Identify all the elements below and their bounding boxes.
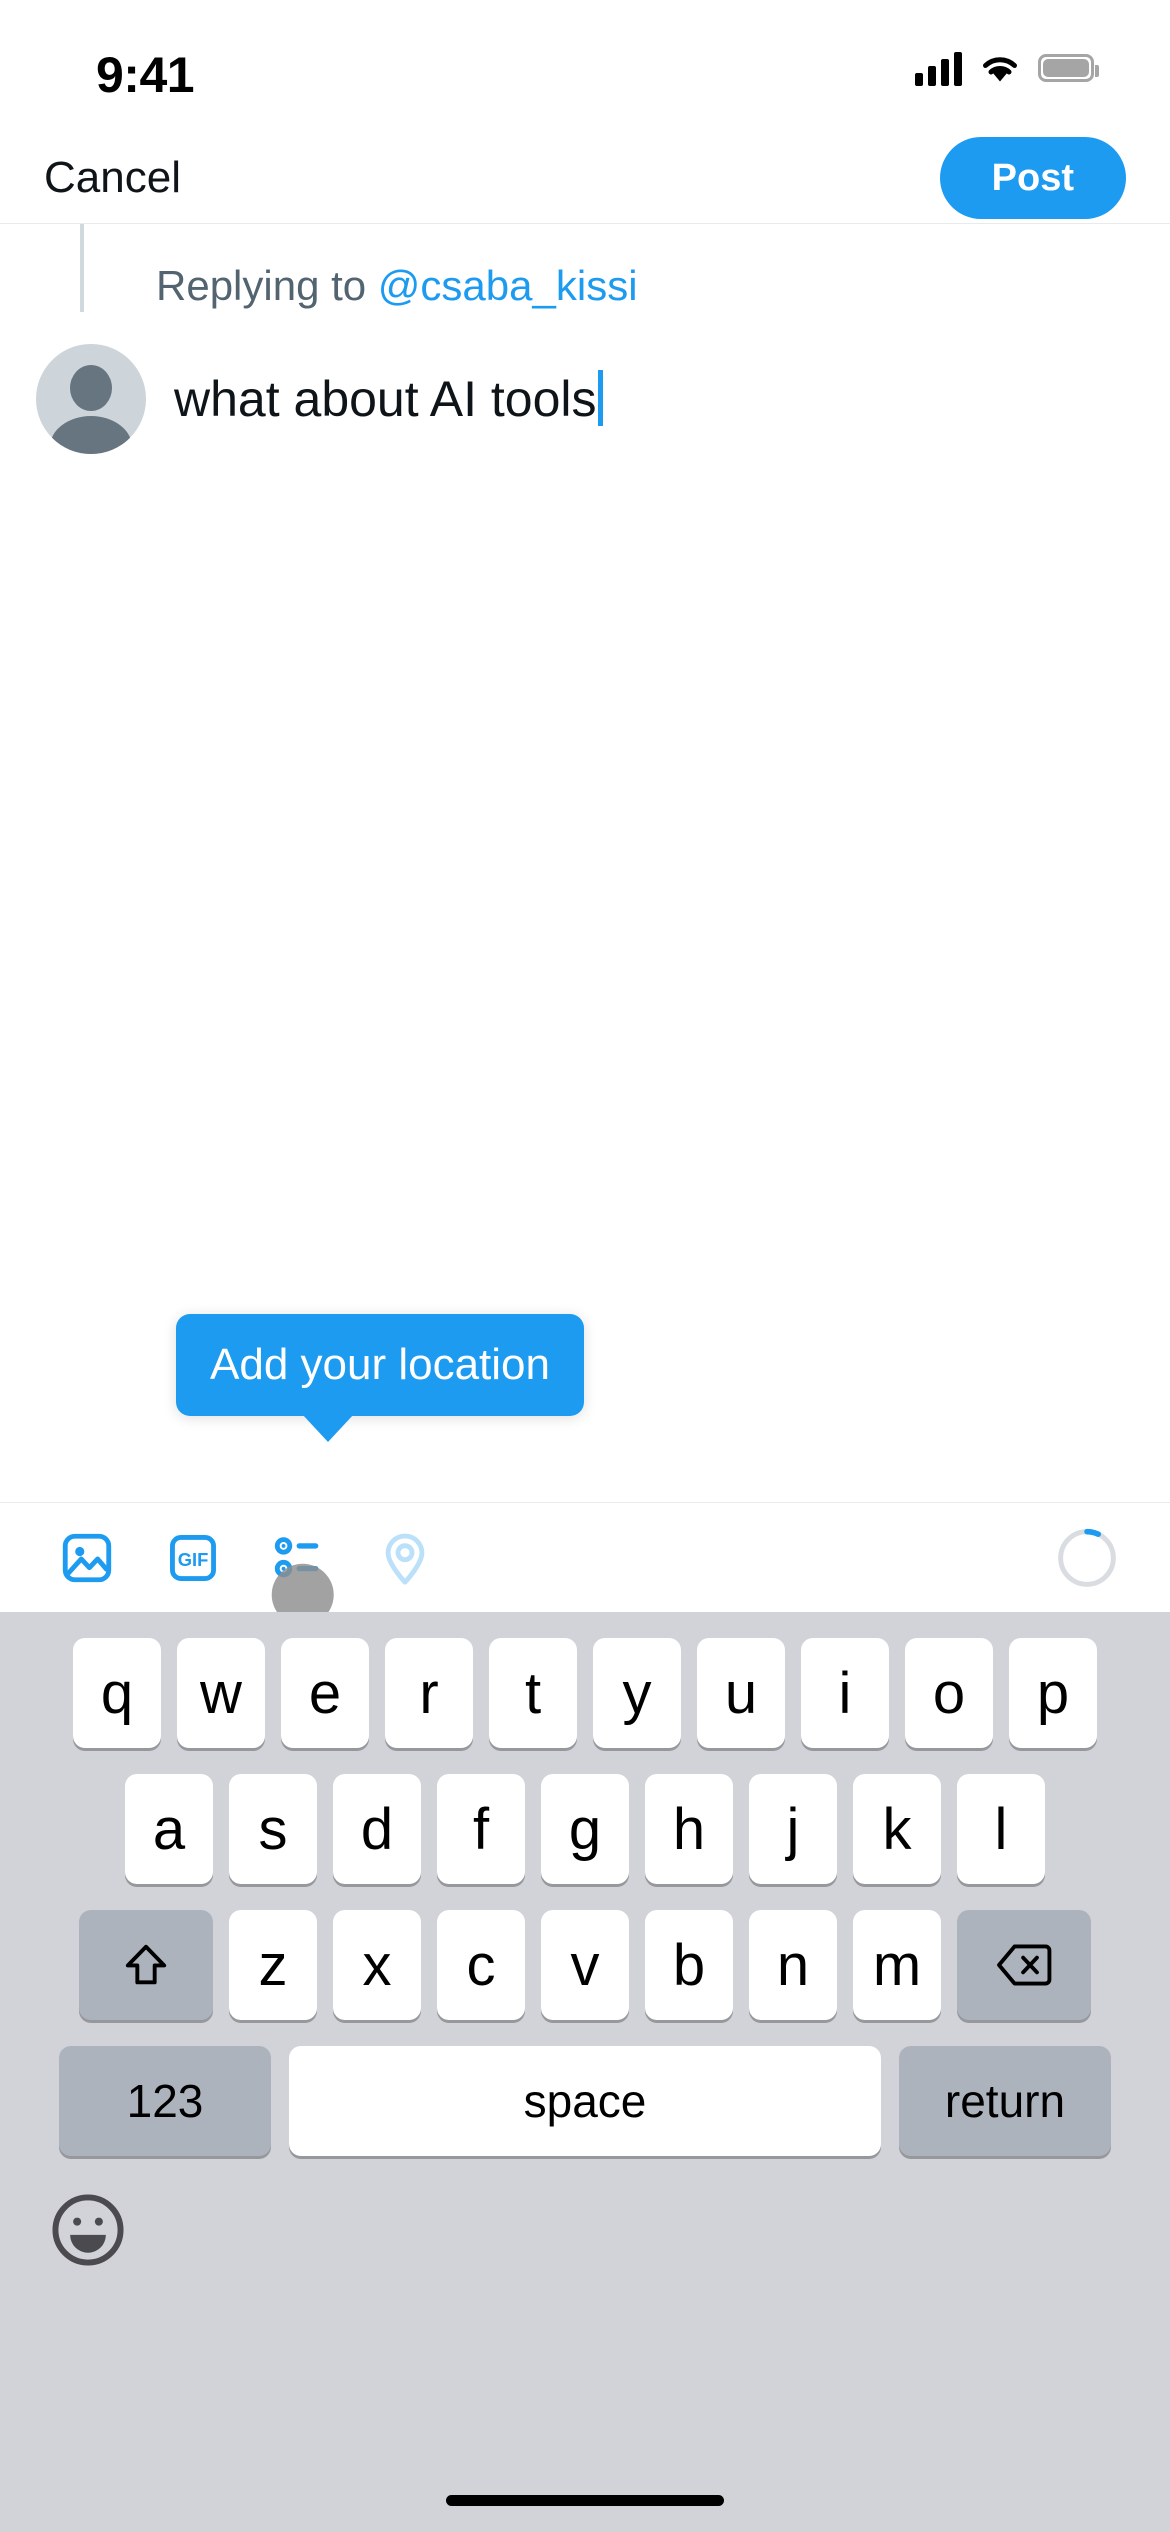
key-f[interactable]: f [437,1774,525,1884]
avatar-head [70,365,112,411]
keyboard-row-2: a s d f g h j k l [0,1774,1170,1884]
navigation-bar: Cancel Post [0,132,1170,224]
delete-key[interactable] [957,1910,1091,2020]
status-bar-indicators [915,50,1099,86]
backspace-icon [997,1944,1052,1986]
compose-area[interactable]: Replying to @csaba_kissi what about AI t… [0,224,1170,1502]
key-w[interactable]: w [177,1638,265,1748]
location-pin-icon [385,1533,425,1585]
gif-button[interactable]: GIF [140,1505,246,1611]
key-p[interactable]: p [1009,1638,1097,1748]
key-z[interactable]: z [229,1910,317,2020]
key-h[interactable]: h [645,1774,733,1884]
key-k[interactable]: k [853,1774,941,1884]
key-b[interactable]: b [645,1910,733,2020]
signal-bars-icon [915,50,962,86]
location-tooltip-text: Add your location [210,1340,550,1389]
keyboard-row-1: q w e r t y u i o p [0,1638,1170,1748]
return-key[interactable]: return [899,2046,1111,2156]
keyboard-row-3: z x c v b n m [0,1910,1170,2020]
emoji-key[interactable] [40,2182,136,2278]
shift-arrow-icon [125,1944,167,1985]
compose-toolbar: GIF [0,1502,1170,1627]
battery-full-icon [1038,54,1099,82]
home-indicator [446,2495,724,2506]
key-x[interactable]: x [333,1910,421,2020]
key-c[interactable]: c [437,1910,525,2020]
character-count-ring [1056,1527,1118,1589]
key-n[interactable]: n [749,1910,837,2020]
location-button[interactable] [352,1505,458,1611]
replying-to-prefix: Replying to [156,262,378,309]
emoji-smiley-icon [52,2194,124,2266]
compose-text-value: what about AI tools [174,371,597,427]
shift-key[interactable] [79,1910,213,2020]
key-j[interactable]: j [749,1774,837,1884]
key-u[interactable]: u [697,1638,785,1748]
thread-line [80,224,84,312]
keyboard-row-4: 123 space return [0,2046,1170,2156]
replying-to-label: Replying to @csaba_kissi [156,262,638,310]
compose-text-input[interactable]: what about AI tools [174,344,603,454]
avatar-body [50,416,132,454]
key-t[interactable]: t [489,1638,577,1748]
key-s[interactable]: s [229,1774,317,1884]
post-button[interactable]: Post [939,136,1126,219]
key-a[interactable]: a [125,1774,213,1884]
key-r[interactable]: r [385,1638,473,1748]
image-icon [62,1533,112,1582]
key-e[interactable]: e [281,1638,369,1748]
key-o[interactable]: o [905,1638,993,1748]
svg-text:GIF: GIF [178,1549,209,1570]
key-d[interactable]: d [333,1774,421,1884]
default-avatar [36,344,146,454]
numbers-key[interactable]: 123 [59,2046,271,2156]
key-y[interactable]: y [593,1638,681,1748]
wifi-icon [978,51,1022,85]
media-button[interactable] [34,1505,140,1611]
gif-icon: GIF [170,1534,216,1581]
key-q[interactable]: q [73,1638,161,1748]
status-bar-time: 9:41 [96,47,195,103]
replying-to-handle[interactable]: @csaba_kissi [378,262,638,309]
keyboard-utility-row [0,2182,1170,2278]
key-g[interactable]: g [541,1774,629,1884]
key-v[interactable]: v [541,1910,629,2020]
key-m[interactable]: m [853,1910,941,2020]
key-i[interactable]: i [801,1638,889,1748]
location-tooltip[interactable]: Add your location [176,1314,584,1442]
status-bar: 9:41 [0,0,1170,132]
space-key[interactable]: space [289,2046,881,2156]
poll-button[interactable] [246,1505,352,1627]
key-l[interactable]: l [957,1774,1045,1884]
ios-keyboard: q w e r t y u i o p a s d f g h j k l z … [0,1612,1170,2532]
compose-reply-screen: 9:41 Cancel Post Replying to @csaba_kiss… [0,0,1170,2532]
text-cursor [597,370,603,426]
compose-row: what about AI tools [36,344,603,454]
cancel-button[interactable]: Cancel [44,153,181,203]
